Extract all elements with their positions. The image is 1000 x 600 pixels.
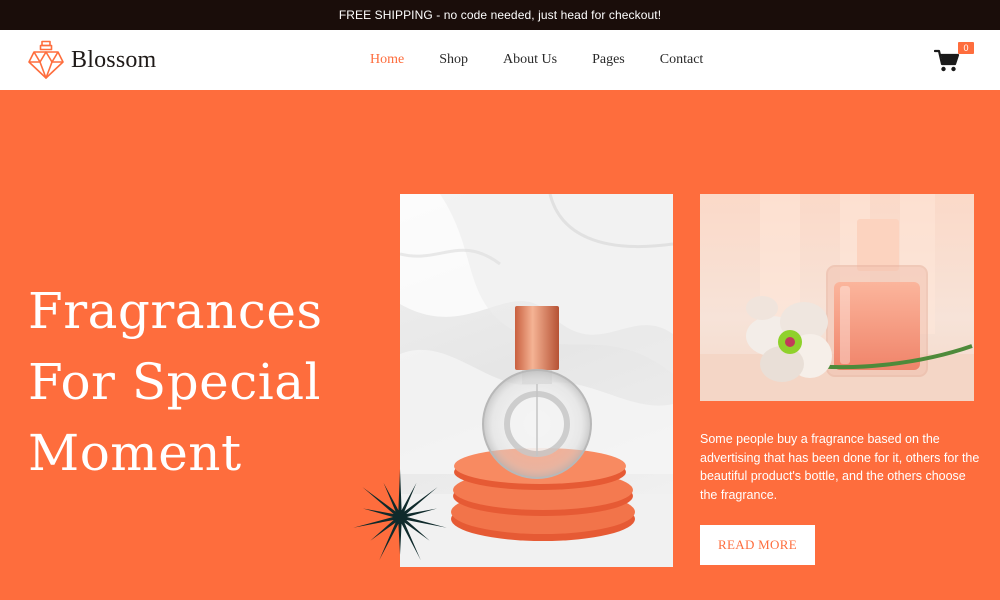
hero-title-line: Moment [28, 424, 242, 482]
nav-item-pages[interactable]: Pages [592, 52, 625, 68]
nav-item-shop[interactable]: Shop [439, 52, 468, 68]
hero-title-line: Fragrances [28, 282, 323, 340]
brand-logo[interactable]: Blossom [28, 40, 156, 80]
cart-icon [934, 49, 960, 72]
main-nav: Home Shop About Us Pages Contact [370, 30, 738, 90]
announcement-bar: FREE SHIPPING - no code needed, just hea… [0, 0, 1000, 30]
starburst-icon [353, 469, 447, 561]
read-more-button[interactable]: READ MORE [700, 525, 815, 565]
site-header: Blossom Home Shop About Us Pages Contact… [0, 30, 1000, 90]
nav-item-home[interactable]: Home [370, 52, 404, 68]
cart-button[interactable]: 0 [934, 42, 974, 76]
brand-name: Blossom [71, 46, 157, 73]
secondary-product-image [700, 194, 974, 401]
nav-item-contact[interactable]: Contact [660, 52, 704, 68]
hero-description: Some people buy a fragrance based on the… [700, 432, 980, 502]
hero-title-line: For Special [28, 353, 321, 411]
perfume-bottle-icon [28, 40, 64, 79]
announcement-text: FREE SHIPPING - no code needed, just hea… [338, 8, 662, 22]
perfume-with-flower-illustration [700, 194, 974, 401]
cart-count-badge: 0 [958, 42, 974, 54]
nav-item-about-us[interactable]: About Us [503, 52, 557, 68]
hero-title: Fragrances For Special Moment [28, 276, 348, 489]
